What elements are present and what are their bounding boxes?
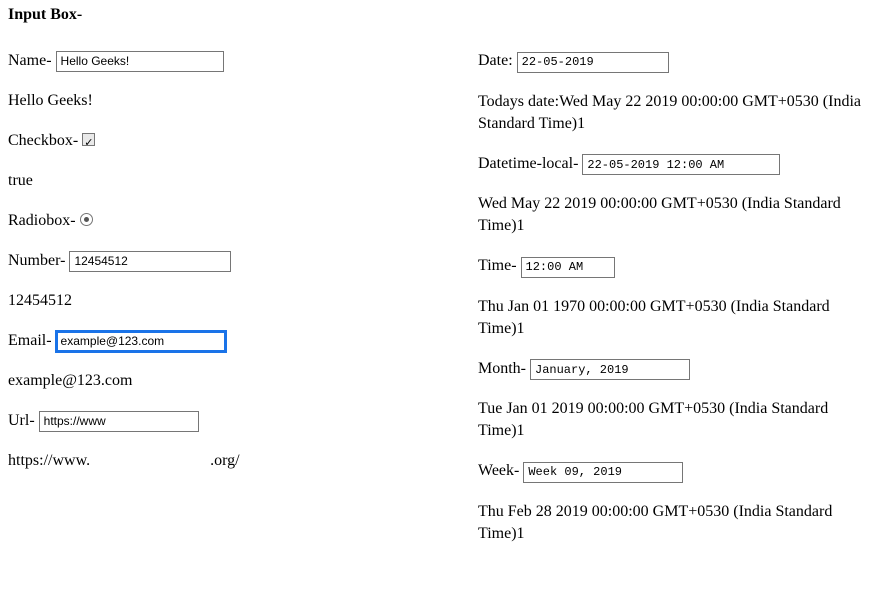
url-echo: https://www. .org/ <box>8 450 448 472</box>
time-echo: Thu Jan 01 1970 00:00:00 GMT+0530 (India… <box>478 296 862 340</box>
url-echo-suffix: .org/ <box>210 452 239 469</box>
url-input[interactable] <box>39 411 199 432</box>
week-row: Week- <box>478 460 862 483</box>
date-echo: Todays date:Wed May 22 2019 00:00:00 GMT… <box>478 91 862 135</box>
url-echo-prefix: https://www. <box>8 452 90 469</box>
name-row: Name- <box>8 50 448 72</box>
checkbox-input[interactable] <box>82 133 95 146</box>
name-echo: Hello Geeks! <box>8 90 448 112</box>
number-echo: 12454512 <box>8 290 448 312</box>
email-label: Email- <box>8 332 56 349</box>
email-echo: example@123.com <box>8 370 448 392</box>
date-row: Date: <box>478 50 862 73</box>
name-label: Name- <box>8 52 56 69</box>
month-input[interactable] <box>530 359 690 380</box>
datetimelocal-input[interactable] <box>582 154 780 175</box>
radio-row: Radiobox- <box>8 210 448 232</box>
radio-input[interactable] <box>80 213 93 226</box>
page-heading: Input Box- <box>8 6 862 24</box>
time-input[interactable] <box>521 257 615 278</box>
month-label: Month- <box>478 360 530 377</box>
week-echo: Thu Feb 28 2019 00:00:00 GMT+0530 (India… <box>478 501 862 545</box>
email-input[interactable] <box>56 331 226 352</box>
date-input[interactable] <box>517 52 669 73</box>
month-row: Month- <box>478 358 862 381</box>
checkbox-label: Checkbox- <box>8 132 82 149</box>
week-input[interactable] <box>523 462 683 483</box>
number-label: Number- <box>8 252 69 269</box>
name-input[interactable] <box>56 51 224 72</box>
url-row: Url- <box>8 410 448 432</box>
radio-label: Radiobox- <box>8 212 80 229</box>
number-input[interactable] <box>69 251 231 272</box>
time-row: Time- <box>478 255 862 278</box>
url-label: Url- <box>8 412 39 429</box>
email-row: Email- <box>8 330 448 352</box>
datetimelocal-row: Datetime-local- <box>478 153 862 176</box>
number-row: Number- <box>8 250 448 272</box>
week-label: Week- <box>478 462 523 479</box>
date-label: Date: <box>478 52 517 69</box>
time-label: Time- <box>478 257 521 274</box>
month-echo: Tue Jan 01 2019 00:00:00 GMT+0530 (India… <box>478 398 862 442</box>
checkbox-echo: true <box>8 170 448 192</box>
checkbox-row: Checkbox- <box>8 130 448 152</box>
datetimelocal-label: Datetime-local- <box>478 155 582 172</box>
datetimelocal-echo: Wed May 22 2019 00:00:00 GMT+0530 (India… <box>478 193 862 237</box>
